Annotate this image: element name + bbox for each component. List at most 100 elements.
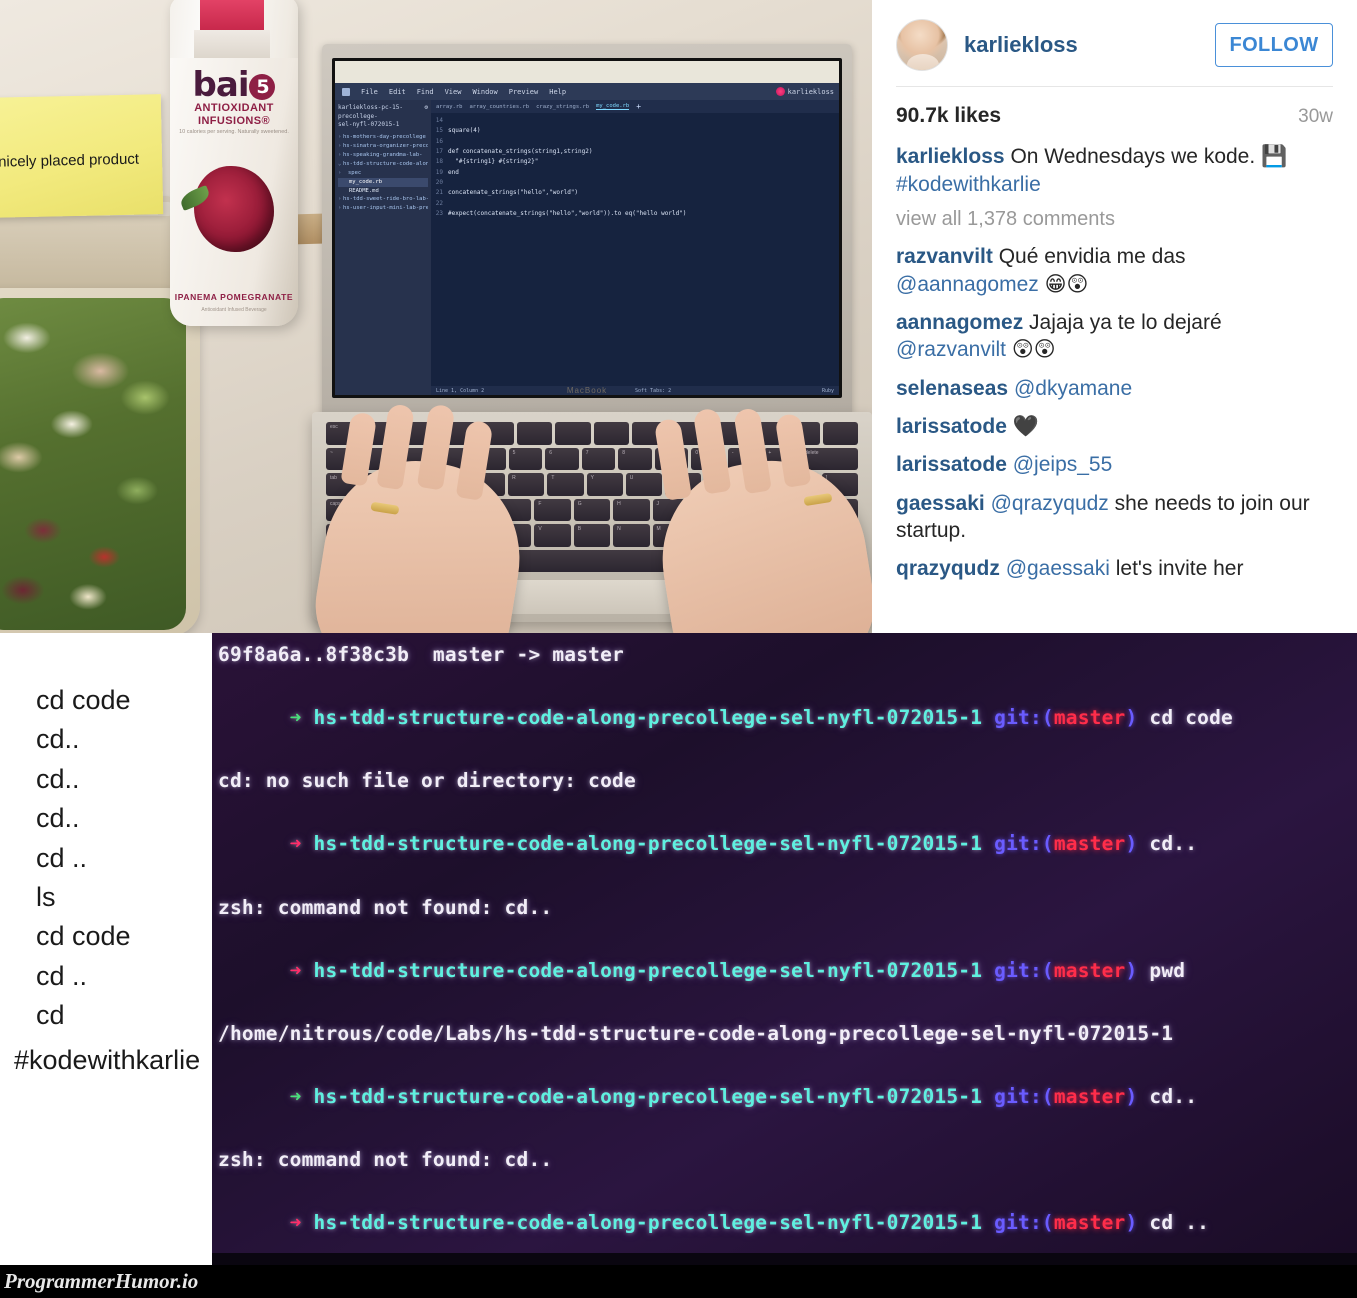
- comment-mention[interactable]: @dkyamane: [1014, 377, 1132, 400]
- comment-username[interactable]: qrazyqudz: [896, 557, 1000, 580]
- comment-mention[interactable]: @razvanvilt: [896, 338, 1006, 361]
- git-close: ): [1125, 958, 1138, 982]
- key-g[interactable]: G: [573, 498, 611, 521]
- comment-username[interactable]: aannagomez: [896, 311, 1023, 334]
- tab-array-countries[interactable]: array_countries.rb: [470, 104, 530, 110]
- terminal-prompt-line: ➜ hs-tdd-structure-code-along-precollege…: [218, 1050, 1357, 1145]
- key-f[interactable]: F: [534, 498, 571, 521]
- tab-my-code[interactable]: my_code.rb: [596, 103, 630, 110]
- nitrous-ide[interactable]: File Edit Find View Window Preview Help …: [335, 61, 839, 395]
- prompt-path: hs-tdd-structure-code-along-precollege-s…: [313, 1211, 983, 1235]
- comment-text: Qué envidia me das: [992, 245, 1186, 269]
- key-f7[interactable]: [593, 422, 629, 445]
- ide-file-tree[interactable]: ⚙ karliekloss-pc-15-precollege- sel-nyfl…: [335, 100, 431, 395]
- comment-mention[interactable]: @qrazyqudz: [991, 492, 1109, 515]
- tab-crazy-strings[interactable]: crazy_strings.rb: [536, 104, 589, 110]
- new-tab-icon[interactable]: +: [636, 102, 641, 111]
- ring-jewelry: [803, 492, 833, 507]
- ide-account[interactable]: karliekloss: [775, 87, 834, 96]
- comment-username[interactable]: selenaseas: [896, 377, 1008, 400]
- key-y[interactable]: Y: [586, 473, 623, 496]
- key-f6[interactable]: [555, 422, 591, 445]
- command-list: cd code cd.. cd.. cd.. cd .. ls cd code …: [36, 681, 206, 1036]
- key-f5[interactable]: [517, 422, 553, 445]
- gear-icon[interactable]: ⚙: [424, 104, 428, 113]
- key-r[interactable]: R: [508, 473, 545, 496]
- prompt-arrow-icon: ➜: [289, 1211, 314, 1235]
- key-b[interactable]: B: [573, 524, 611, 547]
- caption-username[interactable]: karliekloss: [896, 145, 1005, 168]
- comment-username[interactable]: larissatode: [896, 453, 1007, 476]
- salad-contents: [0, 298, 186, 630]
- comment-item: larissatode 🖤: [896, 413, 1333, 440]
- username-link[interactable]: karliekloss: [964, 32, 1078, 58]
- menu-find[interactable]: Find: [417, 88, 434, 96]
- avatar[interactable]: [896, 19, 948, 71]
- terminal-prompt-line: ➜ hs-tdd-structure-code-along-precollege…: [218, 671, 1357, 766]
- tree-item[interactable]: hs-speaking-grandma-lab-: [338, 151, 428, 160]
- likes-count[interactable]: 90.7k likes: [896, 104, 1001, 128]
- bai5-bottle: bai 5 ANTIOXIDANT INFUSIONS® 10 calories …: [170, 0, 298, 326]
- comment-mention[interactable]: @jeips_55: [1013, 453, 1113, 476]
- terminal-line: cd: no such file or directory: code: [218, 769, 636, 793]
- tree-item[interactable]: hs-mothers-day-precollege: [338, 133, 428, 142]
- line-number: 20: [435, 178, 443, 186]
- tree-item-file[interactable]: README.md: [338, 187, 428, 196]
- menu-preview[interactable]: Preview: [509, 88, 539, 96]
- key-5[interactable]: 5: [508, 447, 543, 470]
- git-close: ): [1125, 706, 1138, 730]
- key-power[interactable]: [822, 422, 859, 445]
- command-line: cd..: [36, 803, 80, 834]
- tree-item[interactable]: hs-user-input-mini-lab-prec: [338, 204, 428, 213]
- menu-edit[interactable]: Edit: [389, 88, 406, 96]
- comment-mention[interactable]: @aannagomez: [896, 273, 1039, 296]
- menu-window[interactable]: Window: [472, 88, 497, 96]
- instagram-post: nicely placed product bai 5 ANTIOXIDANT I…: [0, 0, 1357, 633]
- file-tree-list[interactable]: hs-mothers-day-precollege hs-sinatra-org…: [338, 133, 428, 213]
- tree-item[interactable]: hs-sinatra-organizer-preco: [338, 142, 428, 151]
- terminal-prompt-line: ➜ hs-tdd-structure-code-along-precollege…: [218, 1176, 1357, 1253]
- view-all-comments-link[interactable]: view all 1,378 comments: [896, 208, 1333, 231]
- bottle-flavor: IPANEMA POMEGRANATE: [174, 292, 294, 302]
- key-7[interactable]: 7: [581, 447, 616, 470]
- key-delete[interactable]: delete: [800, 447, 858, 470]
- git-branch: master: [1053, 958, 1126, 982]
- bottle-flavor-sub: Antioxidant Infused Beverage: [201, 307, 267, 313]
- macbook-wordmark: MacBook: [566, 386, 608, 395]
- comment-username[interactable]: larissatode: [896, 415, 1007, 438]
- key-8[interactable]: 8: [618, 447, 652, 470]
- code-line: #expect(concatenate_strings("hello","wor…: [448, 209, 687, 217]
- comment-username[interactable]: razvanvilt: [896, 245, 993, 268]
- comment-username[interactable]: gaessaki: [896, 492, 985, 515]
- ide-menu-bar[interactable]: File Edit Find View Window Preview Help …: [335, 83, 839, 100]
- key-u[interactable]: U: [625, 473, 662, 496]
- editor-tab-bar[interactable]: array.rb array_countries.rb crazy_string…: [431, 100, 839, 113]
- key-t[interactable]: T: [547, 473, 584, 496]
- menu-view[interactable]: View: [445, 88, 462, 96]
- key-6[interactable]: 6: [545, 447, 579, 470]
- follow-button[interactable]: FOLLOW: [1215, 23, 1333, 67]
- command-line: cd..: [36, 724, 80, 755]
- comment-mention[interactable]: @gaessaki: [1006, 557, 1110, 580]
- tab-array[interactable]: array.rb: [436, 104, 463, 110]
- menu-file[interactable]: File: [361, 88, 378, 96]
- key-h[interactable]: H: [613, 498, 650, 521]
- tree-item-file[interactable]: my_code.rb: [338, 177, 428, 187]
- prompt-arrow-icon: ➜: [289, 1085, 314, 1109]
- menu-help[interactable]: Help: [549, 88, 566, 96]
- laptop-screen-shell: File Edit Find View Window Preview Help …: [322, 44, 852, 416]
- code-editor[interactable]: 14 15 square(4) 16 17 def concatenate_stri…: [431, 113, 839, 386]
- project-name-line-1: karliekloss-pc-15-precollege-: [338, 104, 404, 120]
- post-meta: 90.7k likes 30w: [896, 104, 1333, 128]
- tree-item[interactable]: spec: [338, 169, 428, 178]
- key-n[interactable]: N: [613, 524, 650, 547]
- tree-item[interactable]: hs-tdd-sweet-ride-bro-lab-p: [338, 195, 428, 204]
- post-photo[interactable]: nicely placed product bai 5 ANTIOXIDANT I…: [0, 0, 872, 633]
- line-number: 17: [435, 147, 443, 155]
- trackpad[interactable]: [490, 580, 690, 614]
- key-v[interactable]: V: [534, 524, 571, 547]
- meme-bottom-panel: cd code cd.. cd.. cd.. cd .. ls cd code …: [0, 633, 1357, 1265]
- git-branch: master: [1053, 706, 1126, 730]
- caption-hashtag[interactable]: #kodewithkarlie: [896, 173, 1041, 196]
- tree-item[interactable]: hs-tdd-structure-code-alon: [338, 160, 428, 169]
